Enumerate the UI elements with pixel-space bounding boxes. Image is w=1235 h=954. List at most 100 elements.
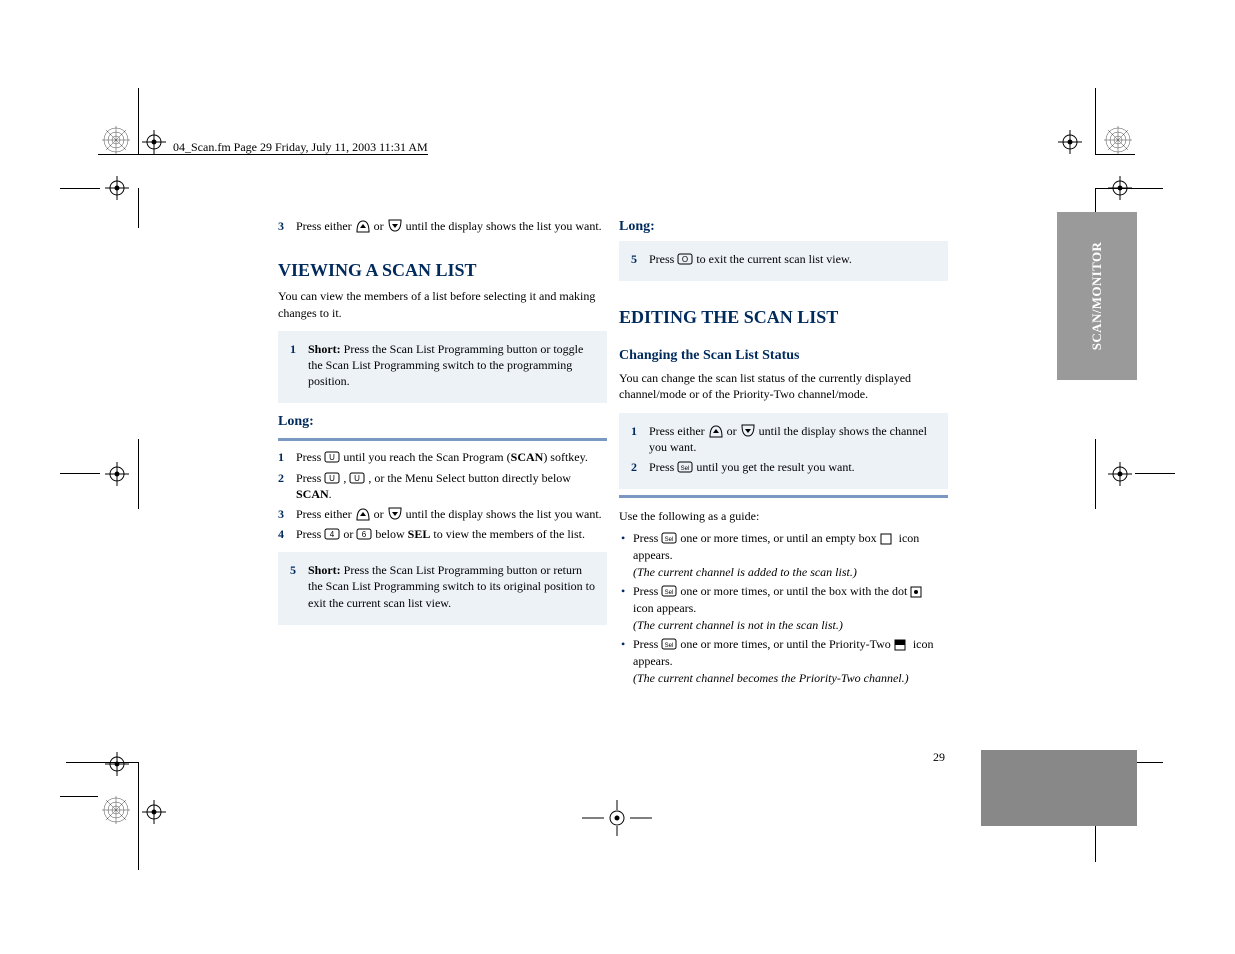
paragraph: You can view the members of a list befor… (278, 288, 607, 320)
rule (278, 438, 607, 441)
step-text: icon appears. (633, 601, 696, 615)
right-key-icon: 6 (356, 527, 372, 541)
svg-text:4: 4 (330, 530, 335, 539)
svg-text:Sel: Sel (665, 643, 674, 649)
section-tab: SCAN/MONITOR (1057, 212, 1137, 380)
menu-key-icon: U (349, 471, 365, 485)
step-text: until the display shows the list you wan… (406, 219, 602, 233)
short-procedure-box: Short: Press the Scan List Programming b… (278, 552, 607, 625)
step-text: until you get the result you want. (696, 460, 854, 474)
up-key-icon (355, 507, 371, 521)
register-mark-icon (105, 752, 129, 776)
svg-text:Sel: Sel (681, 466, 690, 472)
column-left: Press either or until the display shows … (278, 218, 607, 778)
long-label: Long: (619, 218, 948, 237)
step-text: until the display shows the list you wan… (406, 507, 602, 521)
svg-text:O: O (682, 255, 688, 264)
list-item: Press O to exit the current scan list vi… (631, 251, 936, 267)
list-item: Press Sel until you get the result you w… (631, 459, 936, 475)
home-key-icon: O (677, 252, 693, 266)
svg-text:Sel: Sel (665, 590, 674, 596)
step-text: Press either (296, 507, 355, 521)
short-label: Short: (308, 342, 341, 356)
rosette-icon (102, 796, 130, 824)
note: (The current channel becomes the Priorit… (633, 670, 948, 686)
subheading-changing-status: Changing the Scan List Status (619, 347, 948, 366)
list-item: Press U until you reach the Scan Program… (278, 449, 607, 465)
register-mark-icon (142, 130, 166, 154)
content-columns: Press either or until the display shows … (278, 218, 948, 778)
step-3: Press either or until the display shows … (278, 218, 607, 234)
step-text: Press either (649, 424, 708, 438)
step-text: until you reach the Scan Program ( (343, 450, 510, 464)
register-mark-center (582, 800, 652, 836)
sel-key-icon: Sel (677, 460, 693, 474)
sel-key-icon: Sel (661, 584, 677, 598)
step-text: Press (633, 584, 661, 598)
list-item: Short: Press the Scan List Programming b… (290, 562, 595, 611)
heading-viewing-scan-list: VIEWING A SCAN LIST (278, 258, 607, 282)
svg-text:6: 6 (362, 530, 367, 539)
note: (The current channel is not in the scan … (633, 617, 948, 633)
note: (The current channel is added to the sca… (633, 564, 948, 580)
list-item: Short: Press the Scan List Programming b… (290, 341, 595, 390)
softkey-scan: SCAN (511, 450, 544, 464)
svg-text:Sel: Sel (665, 537, 674, 543)
page-number: 29 (933, 750, 945, 765)
short-procedure-box: Short: Press the Scan List Programming b… (278, 331, 607, 404)
down-key-icon (387, 219, 403, 233)
sel-key-icon: Sel (661, 531, 677, 545)
section-tab-label: SCAN/MONITOR (1089, 242, 1105, 350)
svg-text:U: U (329, 474, 335, 483)
long-procedure-box: Press O to exit the current scan list vi… (619, 241, 948, 281)
svg-text:U: U (354, 474, 360, 483)
list-item: Press Sel one or more times, or until th… (619, 636, 948, 685)
up-key-icon (708, 424, 724, 438)
rosette-icon (102, 126, 130, 154)
empty-box-icon (880, 533, 896, 547)
paragraph: Use the following as a guide: (619, 508, 948, 524)
step-text: Press either (296, 219, 355, 233)
step-text: Press (649, 252, 677, 266)
step-text: or (343, 527, 356, 541)
softkey-scan: SCAN (296, 487, 329, 501)
menu-key-icon: U (324, 471, 340, 485)
step-text: ) softkey. (543, 450, 588, 464)
step-text: Press (633, 637, 661, 651)
step-text: to exit the current scan list view. (696, 252, 852, 266)
down-key-icon (740, 424, 756, 438)
list-item: Press U , U , or the Menu Select button … (278, 470, 607, 502)
register-mark-icon (1108, 462, 1132, 486)
step-text: . (329, 487, 332, 501)
step-text: Press (296, 527, 324, 541)
page-header-text: 04_Scan.fm Page 29 Friday, July 11, 2003… (173, 140, 428, 155)
priority-two-icon (894, 639, 910, 653)
short-label: Short: (308, 563, 341, 577)
procedure-box: Press either or until the display shows … (619, 413, 948, 490)
list-item: Press Sel one or more times, or until an… (619, 530, 948, 579)
step-text: or (374, 507, 387, 521)
softkey-sel: SEL (408, 527, 431, 541)
step-text: , or the Menu Select button directly bel… (368, 471, 571, 485)
heading-editing-scan-list: EDITING THE SCAN LIST (619, 305, 948, 329)
rosette-icon (1104, 126, 1132, 154)
step-text: one or more times, or until the Priority… (680, 637, 893, 651)
step-text: Press the Scan List Programming button o… (308, 342, 583, 388)
register-mark-icon (105, 176, 129, 200)
step-text: one or more times, or until the box with… (680, 584, 910, 598)
footer-grey-block (981, 750, 1137, 826)
register-mark-icon (142, 800, 166, 824)
step-text: Press (296, 471, 324, 485)
step-text: or (374, 219, 387, 233)
list-item: Press Sel one or more times, or until th… (619, 583, 948, 632)
menu-key-icon: U (324, 450, 340, 464)
step-text: Press the Scan List Programming button o… (308, 563, 595, 609)
list-item: Press 4 or 6 below SEL to view the membe… (278, 526, 607, 542)
paragraph: You can change the scan list status of t… (619, 370, 948, 402)
up-key-icon (355, 219, 371, 233)
step-text: or (727, 424, 740, 438)
list-item: Press either or until the display shows … (631, 423, 936, 455)
svg-text:U: U (329, 453, 335, 462)
left-key-icon: 4 (324, 527, 340, 541)
down-key-icon (387, 507, 403, 521)
